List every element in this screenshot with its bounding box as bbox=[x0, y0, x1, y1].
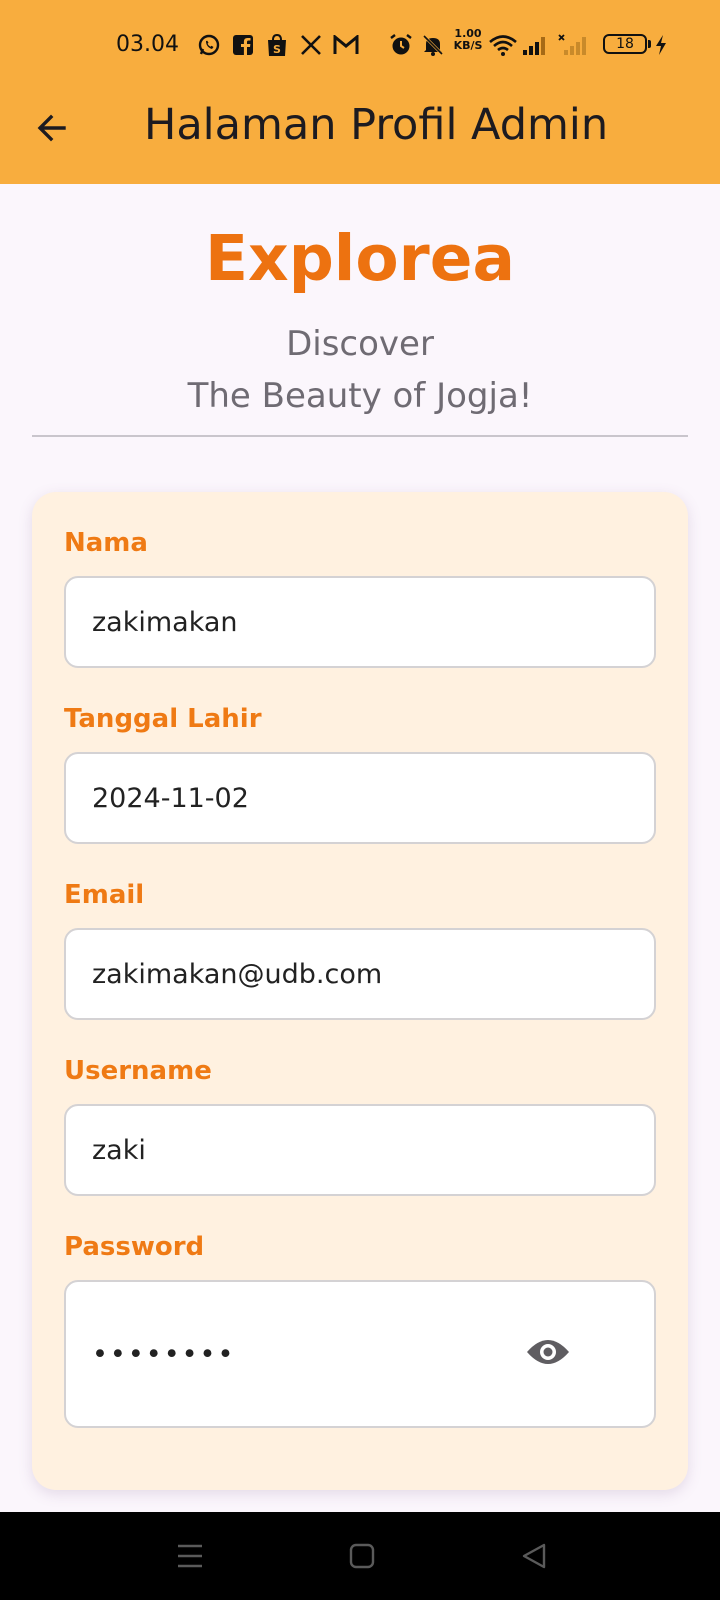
nav-back-button[interactable] bbox=[506, 1532, 562, 1580]
tagline-line1: Discover bbox=[286, 324, 434, 364]
app-bar: Halaman Profil Admin bbox=[0, 80, 720, 176]
back-button[interactable] bbox=[26, 102, 78, 154]
page-title: Halaman Profil Admin bbox=[144, 100, 609, 150]
signal-weak-icon bbox=[556, 32, 590, 58]
x-icon bbox=[298, 32, 324, 58]
nama-input[interactable] bbox=[64, 576, 656, 668]
gmail-icon bbox=[332, 32, 360, 58]
nav-menu-button[interactable] bbox=[162, 1532, 218, 1580]
shopee-icon: S bbox=[264, 32, 290, 58]
home-icon bbox=[349, 1543, 375, 1569]
net-speed-unit: KB/S bbox=[453, 39, 483, 52]
system-nav-bar bbox=[0, 1512, 720, 1600]
password-label: Password bbox=[64, 1232, 205, 1262]
tanggal-lahir-label: Tanggal Lahir bbox=[64, 704, 262, 734]
eye-icon bbox=[527, 1340, 569, 1364]
password-visibility-toggle[interactable] bbox=[520, 1324, 576, 1380]
username-label: Username bbox=[64, 1056, 212, 1086]
signal-icon bbox=[520, 32, 550, 58]
alarm-icon bbox=[388, 32, 414, 58]
whatsapp-icon bbox=[196, 32, 222, 58]
brand-title: Explorea bbox=[205, 222, 515, 295]
status-bar: 03.04 S 1.00 KB/S 18 bbox=[0, 22, 720, 68]
nav-home-button[interactable] bbox=[334, 1532, 390, 1580]
nama-label: Nama bbox=[64, 528, 148, 558]
back-triangle-icon bbox=[522, 1543, 546, 1569]
top-bar: 03.04 S 1.00 KB/S 18 Halaman Profil Admi… bbox=[0, 0, 720, 184]
menu-icon bbox=[178, 1544, 202, 1568]
username-input[interactable] bbox=[64, 1104, 656, 1196]
tagline: Discover The Beauty of Jogja! bbox=[0, 318, 720, 422]
email-label: Email bbox=[64, 880, 145, 910]
mute-icon bbox=[420, 32, 446, 58]
status-time: 03.04 bbox=[116, 32, 179, 57]
net-speed: 1.00 KB/S bbox=[450, 28, 486, 52]
charging-icon bbox=[652, 32, 670, 58]
facebook-icon bbox=[230, 32, 256, 58]
email-input[interactable] bbox=[64, 928, 656, 1020]
svg-text:S: S bbox=[273, 43, 281, 56]
tanggal-lahir-input[interactable] bbox=[64, 752, 656, 844]
arrow-left-icon bbox=[37, 114, 66, 142]
wifi-icon bbox=[488, 32, 518, 58]
tagline-line2: The Beauty of Jogja! bbox=[187, 376, 533, 416]
divider bbox=[32, 435, 688, 437]
battery-indicator: 18 bbox=[603, 34, 651, 54]
